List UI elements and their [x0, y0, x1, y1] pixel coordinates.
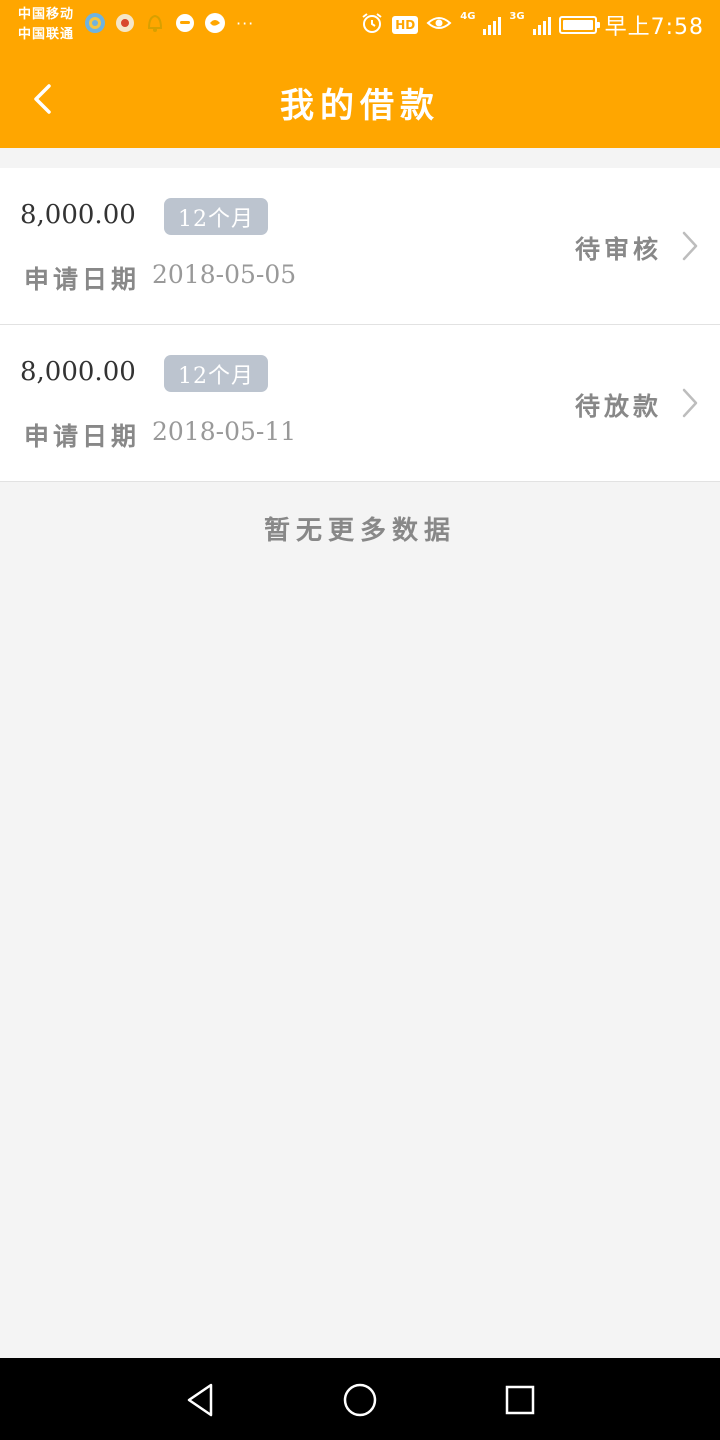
more-notifications: ··· — [236, 13, 255, 33]
apply-date-value: 2018-05-11 — [152, 417, 297, 446]
loan-item[interactable]: 8,000.00 12个月 申请日期 2018-05-05 待审核 — [0, 168, 720, 325]
bell-app-icon — [144, 12, 166, 34]
notification-icons: ··· — [84, 12, 254, 34]
loan-term-badge: 12个月 — [164, 198, 268, 235]
apply-date-value: 2018-05-05 — [152, 260, 297, 289]
system-back-button[interactable] — [178, 1378, 222, 1422]
chevron-right-icon — [682, 231, 698, 261]
apply-date-label: 申请日期 — [24, 265, 141, 294]
camera-app-icon — [84, 12, 106, 34]
system-indicators: HD 4G 3G 早上7:58 — [360, 10, 704, 40]
hd-badge: HD — [392, 16, 419, 34]
network-type-2: 3G — [509, 11, 525, 22]
top-bar: 中国移动 中国联通 ··· HD 4G 3G 早上7:58 我的借款 — [0, 0, 720, 148]
chevron-right-icon — [682, 388, 698, 418]
loan-list: 8,000.00 12个月 申请日期 2018-05-05 待审核 8,000.… — [0, 168, 720, 482]
system-home-button[interactable] — [338, 1378, 382, 1422]
apply-date-label: 申请日期 — [24, 422, 141, 451]
battery-icon — [558, 16, 600, 34]
carrier-1: 中国移动 — [18, 7, 75, 22]
loan-status: 待审核 — [574, 235, 662, 264]
flower-app-icon — [114, 12, 136, 34]
loan-amount: 8,000.00 — [20, 200, 136, 230]
carrier-2: 中国联通 — [18, 27, 75, 42]
system-navigation-bar — [0, 1358, 720, 1440]
loan-status: 待放款 — [574, 392, 662, 421]
back-triangle-icon — [187, 1383, 213, 1417]
clock: 早上7:58 — [604, 15, 704, 40]
system-recents-button[interactable] — [498, 1378, 542, 1422]
loan-item[interactable]: 8,000.00 12个月 申请日期 2018-05-11 待放款 — [0, 325, 720, 482]
chat-app-icon — [174, 12, 196, 34]
network-type-1: 4G — [460, 11, 476, 22]
eye-icon — [426, 13, 452, 37]
signal-icon-2 — [532, 15, 551, 35]
recents-square-icon — [505, 1385, 535, 1415]
no-more-data-text: 暂无更多数据 — [263, 516, 456, 546]
app-header: 我的借款 — [0, 50, 720, 148]
status-bar: 中国移动 中国联通 ··· HD 4G 3G 早上7:58 — [0, 0, 720, 50]
signal-icon — [483, 15, 502, 35]
page-title: 我的借款 — [280, 86, 440, 126]
loan-amount: 8,000.00 — [20, 357, 136, 387]
carrier-info: 中国移动 中国联通 — [18, 5, 74, 45]
message-app-icon — [204, 12, 226, 34]
loan-term-badge: 12个月 — [164, 355, 268, 392]
home-circle-icon — [343, 1383, 377, 1417]
alarm-icon — [360, 11, 384, 39]
